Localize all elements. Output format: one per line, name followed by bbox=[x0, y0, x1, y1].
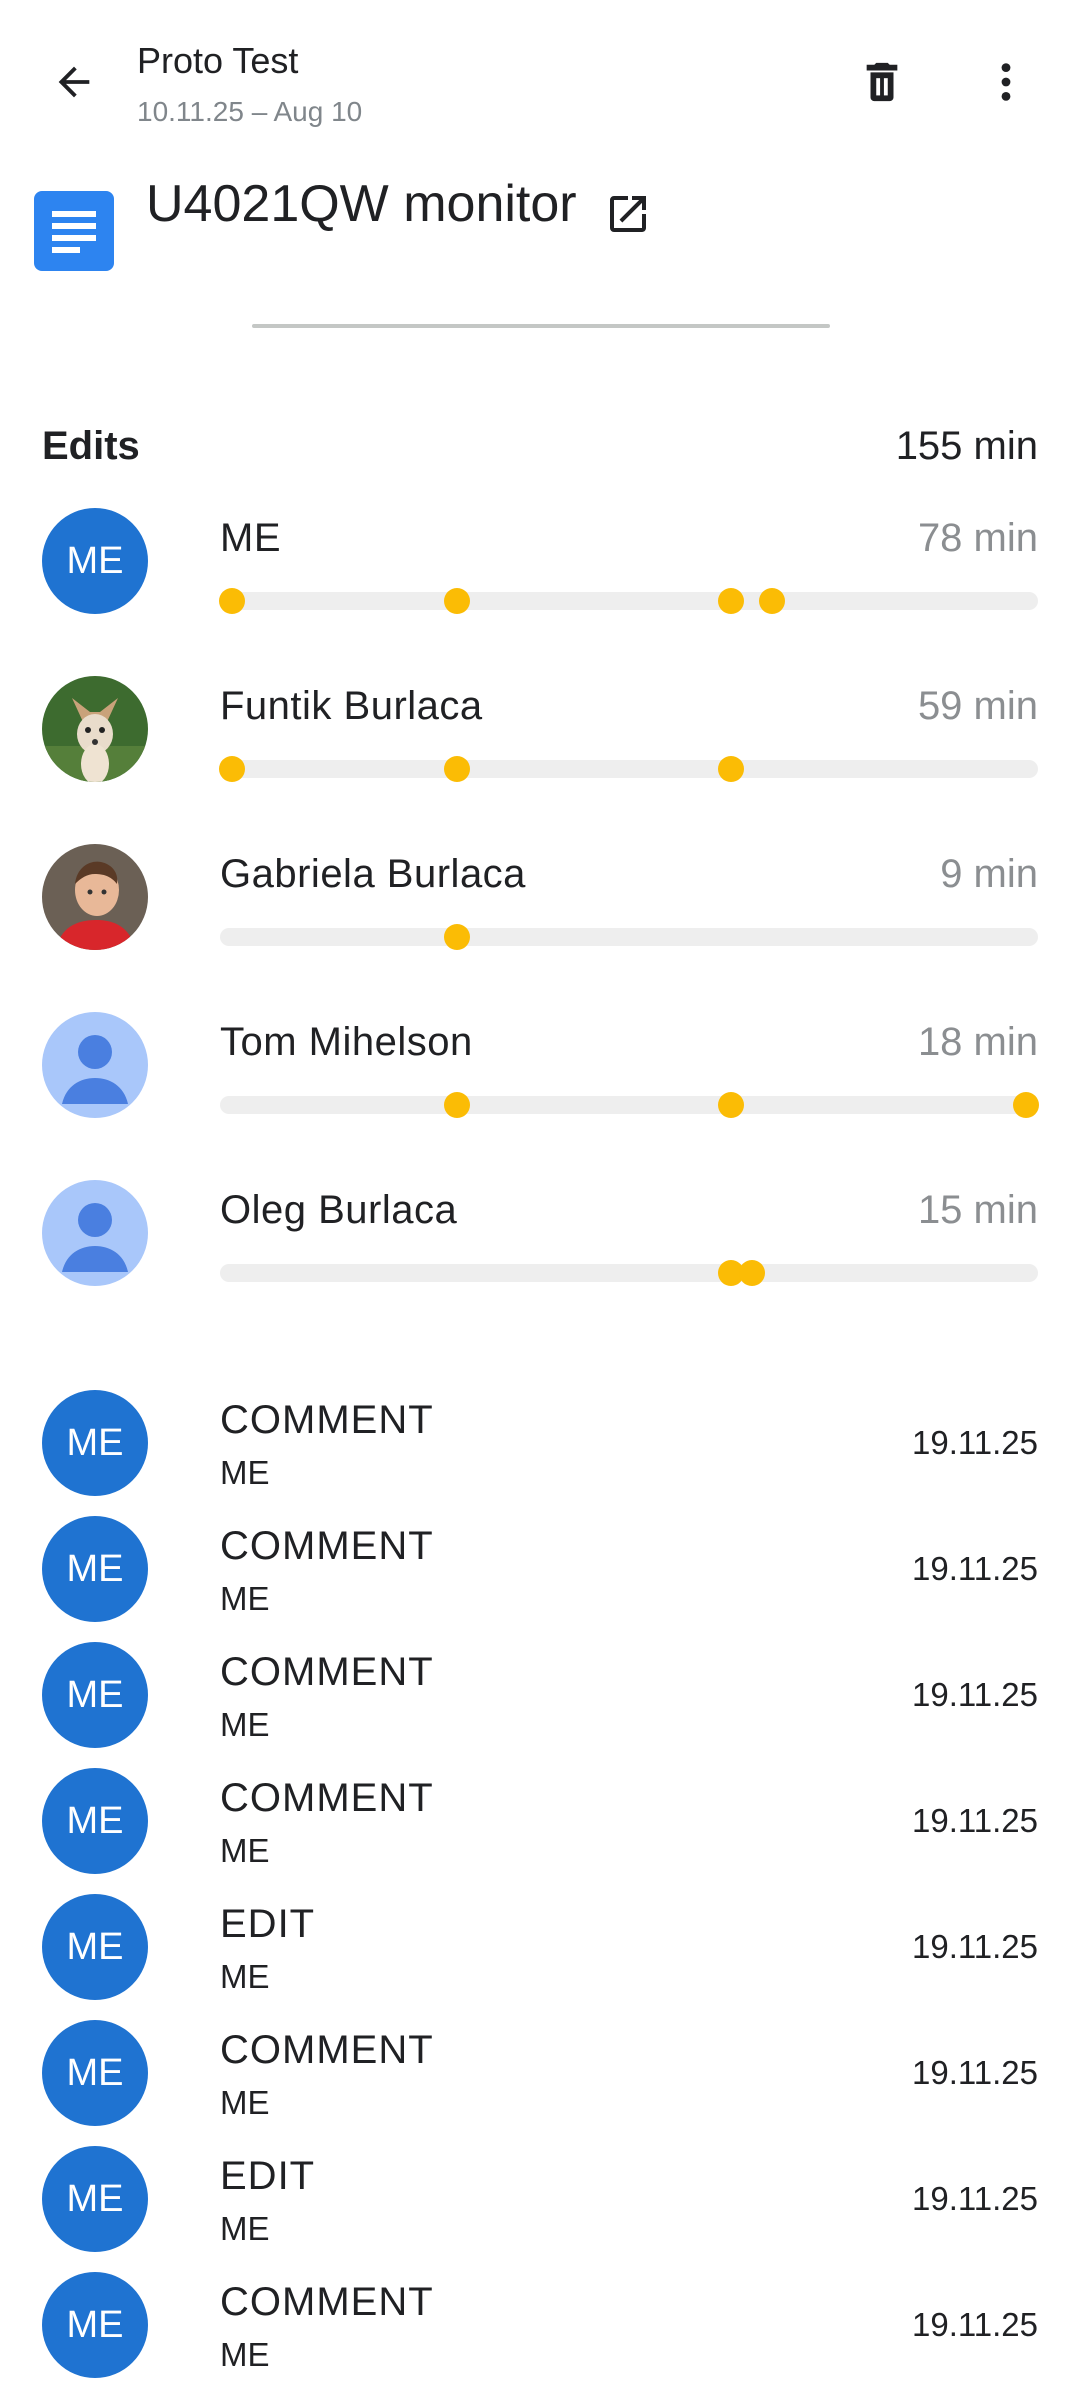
user-edit-minutes: 9 min bbox=[940, 852, 1038, 896]
edit-marker bbox=[444, 588, 471, 614]
activity-type: EDIT bbox=[220, 1902, 316, 1946]
activity-date: 19.11.25 bbox=[911, 2054, 1038, 2091]
activity-user: ME bbox=[220, 1580, 270, 1617]
activity-user: ME bbox=[220, 1832, 270, 1869]
edit-marker bbox=[718, 756, 745, 782]
edit-marker bbox=[444, 924, 471, 950]
child-photo-avatar bbox=[42, 844, 148, 950]
user-name: Funtik Burlaca bbox=[220, 684, 483, 728]
edit-marker bbox=[718, 1092, 745, 1118]
divider bbox=[252, 324, 830, 328]
person-icon bbox=[42, 1012, 148, 1118]
activity-date: 19.11.25 bbox=[911, 1676, 1038, 1713]
activity-date: 19.11.25 bbox=[911, 2180, 1038, 2217]
date-range: 10.11.25 – Aug 10 bbox=[137, 96, 363, 127]
delete-button[interactable] bbox=[848, 48, 916, 116]
activity-type: EDIT bbox=[220, 2154, 316, 2198]
avatar: ME bbox=[42, 1894, 148, 2000]
activity-type: COMMENT bbox=[220, 2280, 434, 2324]
user-name: Tom Mihelson bbox=[220, 1020, 473, 1064]
open-document-button[interactable] bbox=[600, 186, 656, 242]
activity-user: ME bbox=[220, 2336, 270, 2373]
user-edit-minutes: 15 min bbox=[917, 1188, 1038, 1232]
activity-type: COMMENT bbox=[220, 2028, 434, 2072]
edits-label: Edits bbox=[42, 424, 140, 468]
edit-marker bbox=[444, 756, 471, 782]
activity-user: ME bbox=[220, 1958, 270, 1995]
page-title: Proto Test bbox=[137, 40, 299, 81]
user-edit-minutes: 18 min bbox=[917, 1020, 1038, 1064]
avatar: ME bbox=[42, 1642, 148, 1748]
avatar: ME bbox=[42, 2020, 148, 2126]
activity-date: 19.11.25 bbox=[911, 1802, 1038, 1839]
edit-marker bbox=[219, 756, 246, 782]
more-options-button[interactable] bbox=[972, 48, 1040, 116]
edit-marker bbox=[738, 1260, 765, 1286]
person-icon bbox=[42, 1180, 148, 1286]
edit-timeline-track bbox=[219, 588, 1038, 614]
activity-date: 19.11.25 bbox=[911, 1424, 1038, 1461]
edit-marker bbox=[718, 588, 745, 614]
user-edit-minutes: 78 min bbox=[917, 516, 1038, 560]
activity-type: COMMENT bbox=[220, 1398, 434, 1442]
user-name: Oleg Burlaca bbox=[220, 1188, 458, 1232]
activity-user: ME bbox=[220, 1706, 270, 1743]
activity-user: ME bbox=[220, 2210, 270, 2247]
edits-total-minutes: 155 min bbox=[895, 424, 1038, 468]
avatar: ME bbox=[42, 2272, 148, 2378]
edit-timeline-track bbox=[220, 924, 1038, 950]
avatar: ME bbox=[42, 1768, 148, 1874]
open-in-new-icon bbox=[610, 196, 646, 232]
document-title: U4021QW monitor bbox=[146, 175, 577, 233]
activity-user: ME bbox=[220, 2084, 270, 2121]
activity-type: COMMENT bbox=[220, 1650, 434, 1694]
activity-date: 19.11.25 bbox=[911, 1928, 1038, 1965]
user-edit-minutes: 59 min bbox=[917, 684, 1038, 728]
activity-date: 19.11.25 bbox=[911, 1550, 1038, 1587]
more-vert-icon bbox=[1001, 63, 1011, 101]
avatar: ME bbox=[42, 2146, 148, 2252]
docs-icon bbox=[34, 191, 114, 271]
activity-user: ME bbox=[220, 1454, 270, 1491]
arrow-back-icon bbox=[58, 66, 90, 98]
avatar: ME bbox=[42, 1516, 148, 1622]
edit-timeline-track bbox=[220, 1260, 1038, 1286]
edit-marker bbox=[1012, 1092, 1039, 1118]
avatar: ME bbox=[42, 508, 148, 614]
activity-type: COMMENT bbox=[220, 1524, 434, 1568]
user-name: ME bbox=[220, 516, 281, 560]
edit-marker bbox=[219, 588, 246, 614]
edit-marker bbox=[759, 588, 786, 614]
edit-marker bbox=[444, 1092, 471, 1118]
avatar: ME bbox=[42, 1390, 148, 1496]
dog-photo-avatar bbox=[42, 676, 148, 782]
user-name: Gabriela Burlaca bbox=[220, 852, 526, 896]
activity-date: 19.11.25 bbox=[911, 2306, 1038, 2343]
back-button[interactable] bbox=[40, 48, 108, 116]
edit-timeline-track bbox=[219, 756, 1038, 782]
activity-type: COMMENT bbox=[220, 1776, 434, 1820]
trash-icon bbox=[866, 62, 898, 102]
edit-timeline-track bbox=[220, 1092, 1039, 1118]
